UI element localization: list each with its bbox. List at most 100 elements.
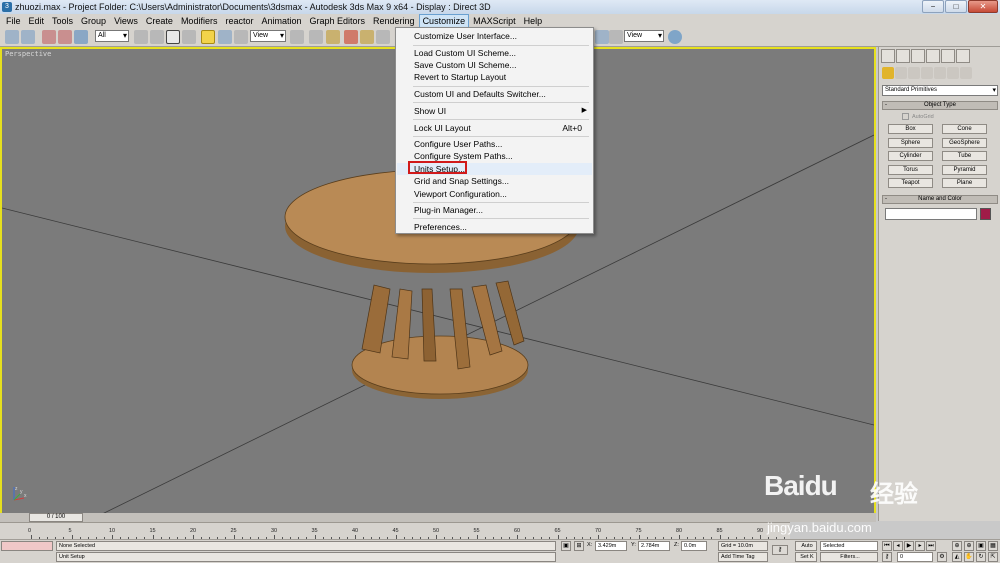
z-coord-field[interactable]: 0.0m	[681, 541, 707, 551]
menu-modifiers[interactable]: Modifiers	[177, 15, 222, 27]
arc-rotate-icon[interactable]: ↻	[976, 552, 986, 562]
pyramid-button[interactable]: Pyramid	[942, 165, 987, 175]
primitive-category-dropdown[interactable]: Standard Primitives	[882, 85, 998, 96]
helpers-icon[interactable]	[934, 67, 946, 79]
snaps-toggle-icon[interactable]	[326, 30, 340, 44]
x-coord-field[interactable]: 3.429m	[595, 541, 627, 551]
close-button[interactable]: ✕	[968, 0, 998, 13]
time-configuration-icon[interactable]: ⚙	[937, 552, 947, 562]
menu-item-preferences[interactable]: Preferences...	[397, 221, 592, 233]
hierarchy-tab-icon[interactable]	[911, 49, 925, 63]
menu-reactor[interactable]: reactor	[221, 15, 257, 27]
unlink-icon[interactable]	[58, 30, 72, 44]
time-slider-track[interactable]	[0, 513, 876, 522]
percent-snap-icon[interactable]	[360, 30, 374, 44]
menu-tools[interactable]: Tools	[48, 15, 77, 27]
menu-file[interactable]: File	[2, 15, 25, 27]
shapes-icon[interactable]	[895, 67, 907, 79]
menu-graph-editors[interactable]: Graph Editors	[306, 15, 370, 27]
menu-item-save-custom-ui-scheme[interactable]: Save Custom UI Scheme...	[397, 59, 592, 71]
menu-customize[interactable]: Customize	[418, 13, 470, 28]
select-and-rotate-icon[interactable]	[218, 30, 232, 44]
zoom-all-icon[interactable]: ⊕	[964, 541, 974, 551]
menu-item-lock-ui-layout[interactable]: Lock UI Layout Alt+0	[397, 122, 592, 134]
key-mode-dropdown[interactable]: Selected	[820, 541, 878, 551]
plane-button[interactable]: Plane	[942, 178, 987, 188]
angle-snap-icon[interactable]	[344, 30, 358, 44]
app-icon[interactable]: 3	[2, 2, 12, 12]
teapot-button[interactable]: Teapot	[888, 178, 933, 188]
lights-icon[interactable]	[908, 67, 920, 79]
select-and-move-icon[interactable]	[201, 30, 215, 44]
systems-icon[interactable]	[960, 67, 972, 79]
window-crossing-icon[interactable]	[182, 30, 196, 44]
pan-view-icon[interactable]: ✋	[964, 552, 974, 562]
menu-item-load-custom-ui-scheme[interactable]: Load Custom UI Scheme...	[397, 47, 592, 59]
go-to-end-icon[interactable]: ⏭	[926, 541, 936, 551]
redo-icon[interactable]	[21, 30, 35, 44]
menu-animation[interactable]: Animation	[257, 15, 305, 27]
menu-item-custom-ui-defaults-switcher[interactable]: Custom UI and Defaults Switcher...	[397, 88, 592, 100]
set-key-button[interactable]: Set K	[795, 552, 817, 562]
previous-frame-icon[interactable]: ◂	[893, 541, 903, 551]
maxscript-listener-mini[interactable]	[1, 541, 53, 551]
time-slider[interactable]: 0 / 100	[29, 513, 83, 522]
select-object-icon[interactable]	[134, 30, 148, 44]
pivot-center-icon[interactable]	[290, 30, 304, 44]
select-and-manipulate-icon[interactable]	[309, 30, 323, 44]
rectangular-selection-icon[interactable]	[166, 30, 180, 44]
geometry-icon[interactable]	[882, 67, 894, 79]
select-by-name-icon[interactable]	[150, 30, 164, 44]
mirror-icon[interactable]	[595, 30, 609, 44]
menu-item-revert-to-startup-layout[interactable]: Revert to Startup Layout	[397, 71, 592, 83]
menu-views[interactable]: Views	[110, 15, 142, 27]
utilities-tab-icon[interactable]	[956, 49, 970, 63]
undo-icon[interactable]	[5, 30, 19, 44]
sphere-button[interactable]: Sphere	[888, 138, 933, 148]
track-bar[interactable]: 0 5 10 15 20 25 30 35 40 45 50 55 60 65 70 75 80 85 90	[0, 522, 790, 539]
align-icon[interactable]	[609, 30, 623, 44]
name-and-color-rollout[interactable]: - Name and Color	[882, 195, 998, 204]
absolute-mode-icon[interactable]: ⊞	[574, 541, 584, 551]
object-color-swatch[interactable]	[980, 208, 991, 220]
menu-item-show-ui[interactable]: Show UI ▶	[397, 105, 592, 117]
minimize-button[interactable]: −	[922, 0, 944, 13]
menu-help[interactable]: Help	[520, 15, 547, 27]
modify-tab-icon[interactable]	[896, 49, 910, 63]
zoom-icon[interactable]: ⊕	[952, 541, 962, 551]
set-key-key-icon[interactable]: ⚷	[772, 545, 788, 555]
play-icon[interactable]: ▶	[904, 541, 914, 551]
tube-button[interactable]: Tube	[942, 151, 987, 161]
create-tab-icon[interactable]	[881, 49, 895, 63]
y-coord-field[interactable]: 2.784m	[638, 541, 670, 551]
menu-maxscript[interactable]: MAXScript	[469, 15, 520, 27]
current-frame-field[interactable]: 0	[897, 552, 933, 562]
menu-create[interactable]: Create	[142, 15, 177, 27]
auto-key-button[interactable]: Auto	[795, 541, 817, 551]
object-name-field[interactable]	[885, 208, 977, 220]
zoom-extents-icon[interactable]: ▣	[976, 541, 986, 551]
bind-space-warp-icon[interactable]	[74, 30, 88, 44]
add-time-tag-button[interactable]: Add Time Tag	[718, 552, 768, 562]
select-and-scale-icon[interactable]	[234, 30, 248, 44]
next-frame-icon[interactable]: ▸	[915, 541, 925, 551]
zoom-extents-all-icon[interactable]: ▦	[988, 541, 998, 551]
menu-item-plugin-manager[interactable]: Plug-in Manager...	[397, 204, 592, 216]
spinner-snap-icon[interactable]	[376, 30, 390, 44]
maximize-viewport-icon[interactable]: ⇱	[988, 552, 998, 562]
menu-item-grid-and-snap-settings[interactable]: Grid and Snap Settings...	[397, 175, 592, 187]
menu-edit[interactable]: Edit	[25, 15, 49, 27]
cylinder-button[interactable]: Cylinder	[888, 151, 933, 161]
key-mode-toggle-icon[interactable]: ⚷	[882, 552, 892, 562]
menu-group[interactable]: Group	[77, 15, 110, 27]
menu-item-customize-user-interface[interactable]: Customize User Interface...	[397, 30, 592, 42]
menu-rendering[interactable]: Rendering	[369, 15, 419, 27]
reference-coordinate-dropdown[interactable]: View	[250, 30, 286, 42]
autogrid-checkbox[interactable]: AutoGrid	[902, 113, 934, 120]
object-type-rollout[interactable]: - Object Type	[882, 101, 998, 110]
motion-tab-icon[interactable]	[926, 49, 940, 63]
field-of-view-icon[interactable]: ◭	[952, 552, 962, 562]
render-teapot-icon[interactable]	[668, 30, 682, 44]
select-and-link-icon[interactable]	[42, 30, 56, 44]
cone-button[interactable]: Cone	[942, 124, 987, 134]
